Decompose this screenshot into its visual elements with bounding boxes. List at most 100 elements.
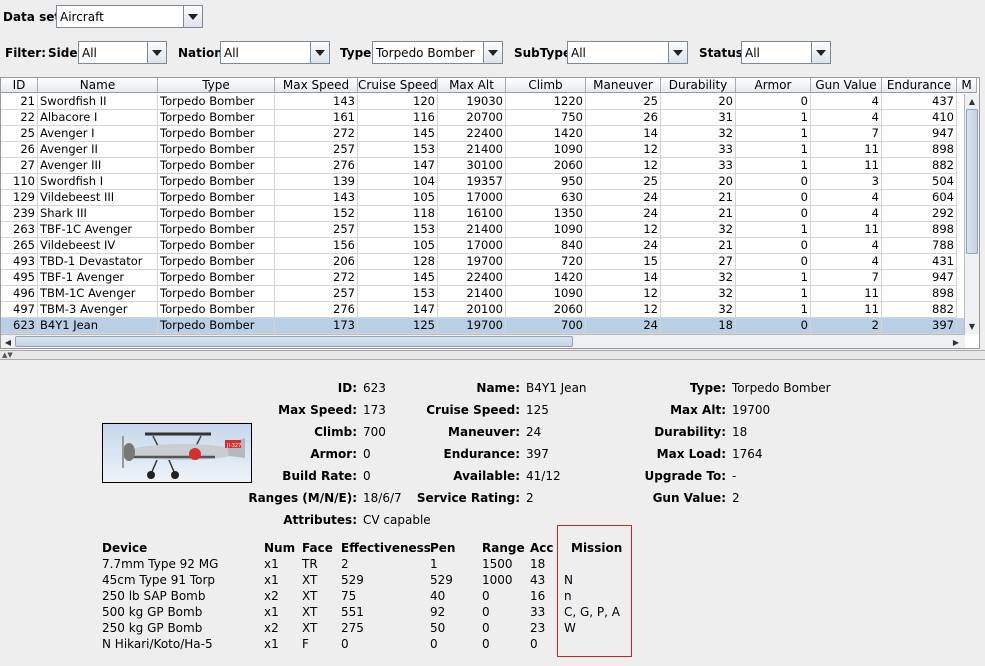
table-row[interactable]: 26 Avenger II Torpedo Bomber 257 153 21400 109… bbox=[1, 142, 966, 158]
face-header: Face bbox=[302, 541, 333, 555]
vertical-scrollbar[interactable]: ▲ ▼ bbox=[964, 94, 979, 334]
table-cell: 12 bbox=[586, 142, 661, 158]
table-row[interactable]: 21 Swordfish II Torpedo Bomber 143 120 19030 1… bbox=[1, 94, 966, 110]
chevron-down-icon[interactable] bbox=[310, 42, 329, 63]
table-cell: 12 bbox=[586, 158, 661, 174]
device-device: 250 kg GP Bomb bbox=[102, 621, 203, 635]
device-header: Device bbox=[102, 541, 148, 555]
column-header[interactable]: Maneuver bbox=[586, 78, 661, 92]
chevron-down-icon[interactable] bbox=[183, 6, 202, 27]
device-acc: 0 bbox=[530, 637, 538, 651]
device-effectiveness: 551 bbox=[341, 605, 364, 619]
chevron-down-icon[interactable] bbox=[147, 42, 166, 63]
table-cell: 125 bbox=[358, 318, 438, 334]
column-header[interactable]: Armor bbox=[736, 78, 811, 92]
table-row[interactable]: 496 TBM-1C Avenger Torpedo Bomber 257 153 214… bbox=[1, 286, 966, 302]
nation-combo[interactable]: All bbox=[220, 41, 330, 64]
column-header[interactable]: Cruise Speed bbox=[358, 78, 438, 92]
table-row[interactable]: 129 Vildebeest III Torpedo Bomber 143 105 170… bbox=[1, 190, 966, 206]
table-cell: 2060 bbox=[506, 302, 586, 318]
column-header[interactable]: ID bbox=[1, 78, 38, 92]
table-row[interactable]: 497 TBM-3 Avenger Torpedo Bomber 276 147 2010… bbox=[1, 302, 966, 318]
table-cell: 161 bbox=[275, 110, 358, 126]
device-device: 45cm Type 91 Torp bbox=[102, 573, 216, 587]
table-row[interactable]: 493 TBD-1 Devastator Torpedo Bomber 206 128 1… bbox=[1, 254, 966, 270]
table-row[interactable]: 110 Swordfish I Torpedo Bomber 139 104 19357 9… bbox=[1, 174, 966, 190]
scroll-down-icon[interactable]: ▼ bbox=[965, 319, 979, 333]
table-cell: Torpedo Bomber bbox=[158, 286, 275, 302]
id-label: ID: bbox=[337, 381, 357, 395]
side-combo[interactable]: All bbox=[78, 41, 167, 64]
table-row[interactable]: 265 Vildebeest IV Torpedo Bomber 156 105 1700… bbox=[1, 238, 966, 254]
table-cell: Torpedo Bomber bbox=[158, 238, 275, 254]
table-cell: 1350 bbox=[506, 206, 586, 222]
table-cell: 1 bbox=[736, 158, 811, 174]
table-cell: 1 bbox=[736, 142, 811, 158]
column-header[interactable]: M bbox=[957, 78, 977, 92]
column-header[interactable]: Max Speed bbox=[275, 78, 358, 92]
table-cell: 604 bbox=[882, 190, 957, 206]
table-row[interactable]: 25 Avenger I Torpedo Bomber 272 145 22400 1420… bbox=[1, 126, 966, 142]
aircraft-table[interactable]: ID Name Type Max Speed Cruise Speed Max Alt Cl… bbox=[0, 77, 980, 349]
table-cell: Torpedo Bomber bbox=[158, 126, 275, 142]
vertical-scroll-thumb[interactable] bbox=[966, 109, 978, 254]
scroll-right-icon[interactable]: ▶ bbox=[949, 335, 963, 348]
maneuver-label: Maneuver: bbox=[448, 425, 520, 439]
device-pen: 92 bbox=[430, 605, 446, 619]
subtype-combo[interactable]: All bbox=[567, 41, 688, 64]
table-row[interactable]: 239 Shark III Torpedo Bomber 152 118 16100 135… bbox=[1, 206, 966, 222]
table-cell: 276 bbox=[275, 302, 358, 318]
chevron-down-icon[interactable] bbox=[483, 42, 502, 63]
column-header[interactable]: Climb bbox=[506, 78, 586, 92]
table-cell: TBF-1C Avenger bbox=[38, 222, 158, 238]
column-header[interactable]: Durability bbox=[661, 78, 736, 92]
table-row[interactable]: 22 Albacore I Torpedo Bomber 161 116 20700 750… bbox=[1, 110, 966, 126]
split-pane-divider[interactable]: ▲▼ bbox=[0, 350, 985, 360]
type-label: Type: bbox=[340, 46, 377, 60]
cruise-speed-value: 125 bbox=[526, 403, 549, 417]
table-cell: 4 bbox=[811, 206, 882, 222]
column-header[interactable]: Max Alt bbox=[438, 78, 506, 92]
column-header[interactable]: Name bbox=[38, 78, 158, 92]
table-cell: 116 bbox=[358, 110, 438, 126]
horizontal-scrollbar[interactable]: ◀ ▶ bbox=[1, 334, 965, 348]
table-cell: 7 bbox=[811, 270, 882, 286]
table-row[interactable]: 263 TBF-1C Avenger Torpedo Bomber 257 153 214… bbox=[1, 222, 966, 238]
device-acc: 33 bbox=[530, 605, 546, 619]
table-cell: 1 bbox=[736, 126, 811, 142]
chevron-down-icon[interactable] bbox=[668, 42, 687, 63]
table-cell: 153 bbox=[358, 222, 438, 238]
table-cell: 32 bbox=[661, 222, 736, 238]
dataset-combo[interactable]: Aircraft bbox=[56, 5, 203, 28]
ranges-value: 18/6/7 bbox=[363, 491, 402, 505]
column-header[interactable]: Type bbox=[158, 78, 275, 92]
pen-header: Pen bbox=[430, 541, 456, 555]
table-cell: Torpedo Bomber bbox=[158, 302, 275, 318]
column-header[interactable]: Endurance bbox=[882, 78, 957, 92]
table-row[interactable]: 27 Avenger III Torpedo Bomber 276 147 30100 20… bbox=[1, 158, 966, 174]
device-pen: 529 bbox=[430, 573, 453, 587]
scroll-left-icon[interactable]: ◀ bbox=[1, 335, 15, 348]
table-row[interactable]: 623 B4Y1 Jean Torpedo Bomber 173 125 19700 700… bbox=[1, 318, 966, 334]
table-cell: 22400 bbox=[438, 270, 506, 286]
table-cell: 20 bbox=[661, 94, 736, 110]
table-row[interactable]: 495 TBF-1 Avenger Torpedo Bomber 272 145 2240… bbox=[1, 270, 966, 286]
chevron-down-icon[interactable] bbox=[811, 42, 830, 63]
gun-value-label: Gun Value: bbox=[652, 491, 726, 505]
table-cell: 840 bbox=[506, 238, 586, 254]
status-combo[interactable]: All bbox=[741, 41, 831, 64]
horizontal-scroll-thumb[interactable] bbox=[15, 336, 573, 347]
table-cell: Torpedo Bomber bbox=[158, 206, 275, 222]
scroll-up-icon[interactable]: ▲ bbox=[965, 94, 979, 108]
device-device: 500 kg GP Bomb bbox=[102, 605, 203, 619]
table-cell: 2 bbox=[811, 318, 882, 334]
table-cell: 173 bbox=[275, 318, 358, 334]
table-cell: 16100 bbox=[438, 206, 506, 222]
column-header[interactable]: Gun Value bbox=[811, 78, 882, 92]
filter-label: Filter: bbox=[5, 46, 47, 60]
table-cell: TBD-1 Devastator bbox=[38, 254, 158, 270]
collapse-arrows-icon[interactable]: ▲▼ bbox=[2, 351, 13, 359]
type-combo[interactable]: Torpedo Bomber bbox=[372, 41, 503, 64]
table-cell: 397 bbox=[882, 318, 957, 334]
table-cell: 239 bbox=[1, 206, 38, 222]
